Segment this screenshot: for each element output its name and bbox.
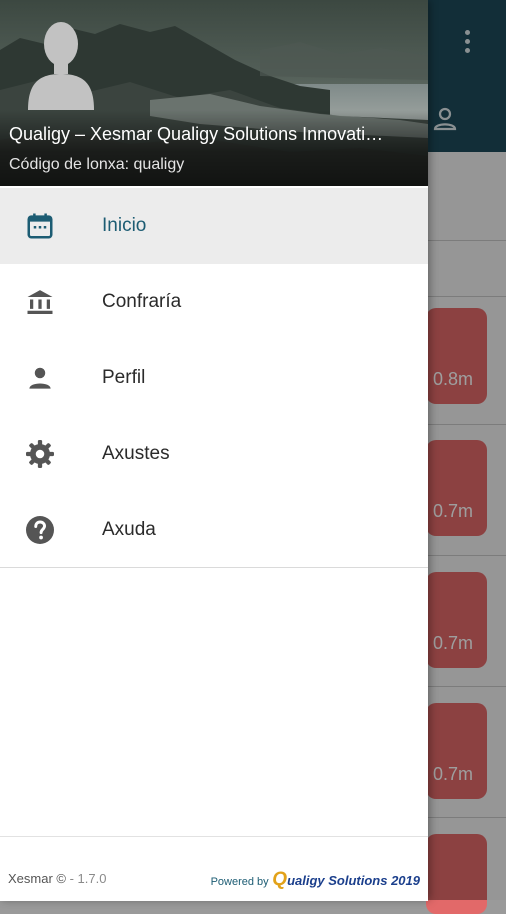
- drawer-footer: Xesmar © - 1.7.0 Powered by Qualigy Solu…: [0, 836, 428, 901]
- drawer-title: Qualigy – Xesmar Qualigy Solutions Innov…: [9, 124, 384, 144]
- powered-by-label: Powered by: [210, 876, 269, 888]
- header-shade: [0, 110, 428, 186]
- help-icon: [24, 514, 56, 546]
- drawer-subtitle: Código de lonxa: qualigy: [9, 156, 185, 173]
- menu-item-label: Axuda: [102, 519, 156, 540]
- menu-item-confraria[interactable]: Confraría: [0, 264, 428, 340]
- drawer-header: Qualigy – Xesmar Qualigy Solutions Innov…: [0, 0, 428, 186]
- menu-item-axustes[interactable]: Axustes: [0, 416, 428, 492]
- menu-item-inicio[interactable]: Inicio: [0, 188, 428, 264]
- menu-item-axuda[interactable]: Axuda: [0, 492, 428, 568]
- navigation-drawer: Qualigy – Xesmar Qualigy Solutions Innov…: [0, 0, 428, 901]
- menu-item-label: Axustes: [102, 443, 170, 464]
- version-number: - 1.7.0: [69, 871, 107, 886]
- app-name: Xesmar ©: [8, 871, 66, 886]
- gear-icon: [24, 438, 56, 470]
- bank-icon: [24, 286, 56, 318]
- app-version: Xesmar © - 1.7.0: [8, 871, 106, 886]
- drawer-menu: Inicio Confraría Perfil Axustes Axuda: [0, 188, 428, 568]
- powered-by-logo: Powered by Qualigy Solutions 2019: [211, 869, 420, 891]
- brand-name: ualigy Solutions 2019: [287, 873, 420, 888]
- brand-initial: Q: [272, 869, 288, 890]
- person-icon: [24, 362, 56, 394]
- menu-item-label: Perfil: [102, 367, 146, 388]
- menu-item-label: Confraría: [102, 291, 182, 312]
- calendar-icon: [24, 210, 56, 242]
- user-avatar-icon[interactable]: [26, 10, 96, 110]
- menu-divider: [0, 567, 428, 568]
- menu-item-perfil[interactable]: Perfil: [0, 340, 428, 416]
- menu-item-label: Inicio: [102, 215, 147, 236]
